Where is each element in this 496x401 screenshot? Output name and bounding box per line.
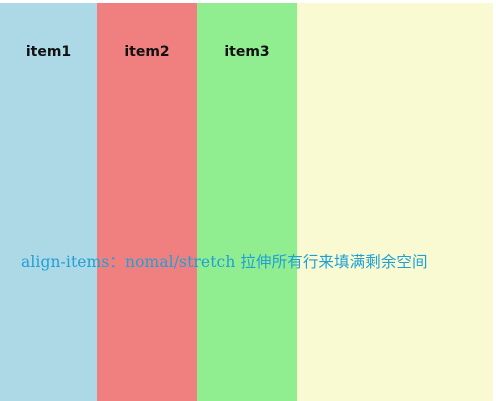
flex-item-1: item1 — [0, 3, 97, 401]
flex-item-2: item2 — [97, 3, 197, 401]
demo-page: item1 item2 item3 align-items：nomal/stre… — [0, 0, 496, 401]
flex-container: item1 item2 item3 — [0, 3, 493, 401]
flex-item-3: item3 — [197, 3, 297, 401]
flex-item-1-label: item1 — [25, 44, 72, 60]
caption-text: align-items：nomal/stretch 拉伸所有行来填满剩余空间 — [21, 253, 428, 271]
flex-item-2-label: item2 — [124, 44, 170, 60]
flex-item-3-label: item3 — [224, 44, 270, 60]
